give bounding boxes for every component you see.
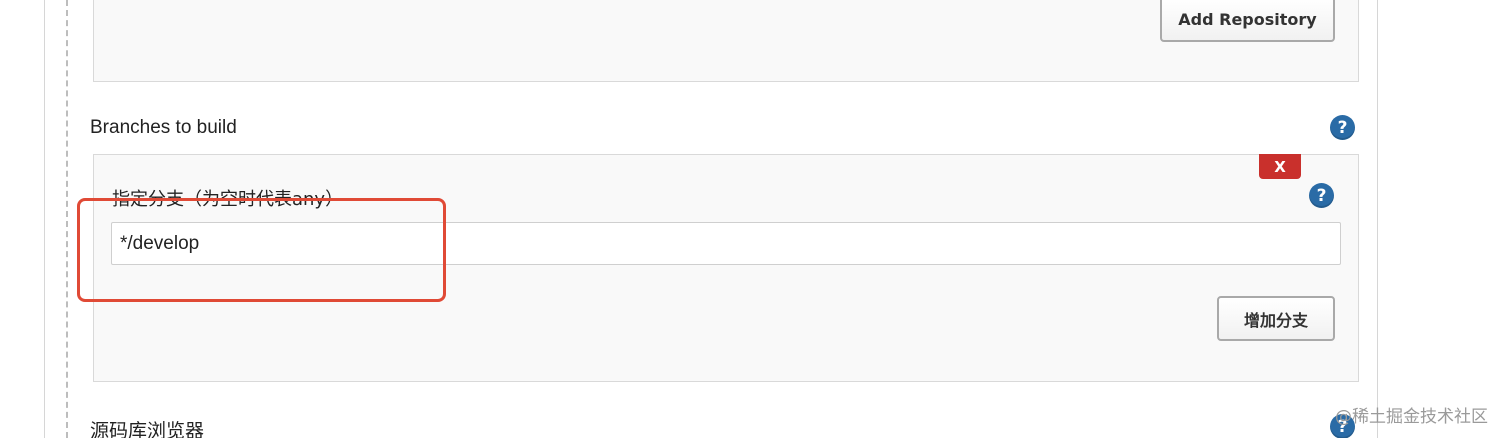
branch-specifier-input[interactable]	[111, 222, 1341, 265]
section-dashed-line	[66, 0, 68, 438]
help-icon[interactable]: ?	[1330, 115, 1355, 140]
help-icon[interactable]: ?	[1309, 183, 1334, 208]
jenkins-scm-config: Add Repository Branches to build ? X 指定分…	[0, 0, 1512, 438]
branch-specifier-label: 指定分支（为空时代表any）	[112, 189, 344, 210]
add-branch-button[interactable]: 增加分支	[1217, 296, 1335, 341]
outer-right-border	[1377, 0, 1378, 438]
add-repository-button[interactable]: Add Repository	[1160, 0, 1335, 42]
branches-to-build-label: Branches to build	[90, 117, 237, 138]
repository-browser-label: 源码库浏览器	[90, 421, 205, 438]
outer-left-border	[44, 0, 45, 438]
watermark: @稀土掘金技术社区	[1335, 407, 1488, 427]
delete-branch-button[interactable]: X	[1259, 154, 1301, 179]
